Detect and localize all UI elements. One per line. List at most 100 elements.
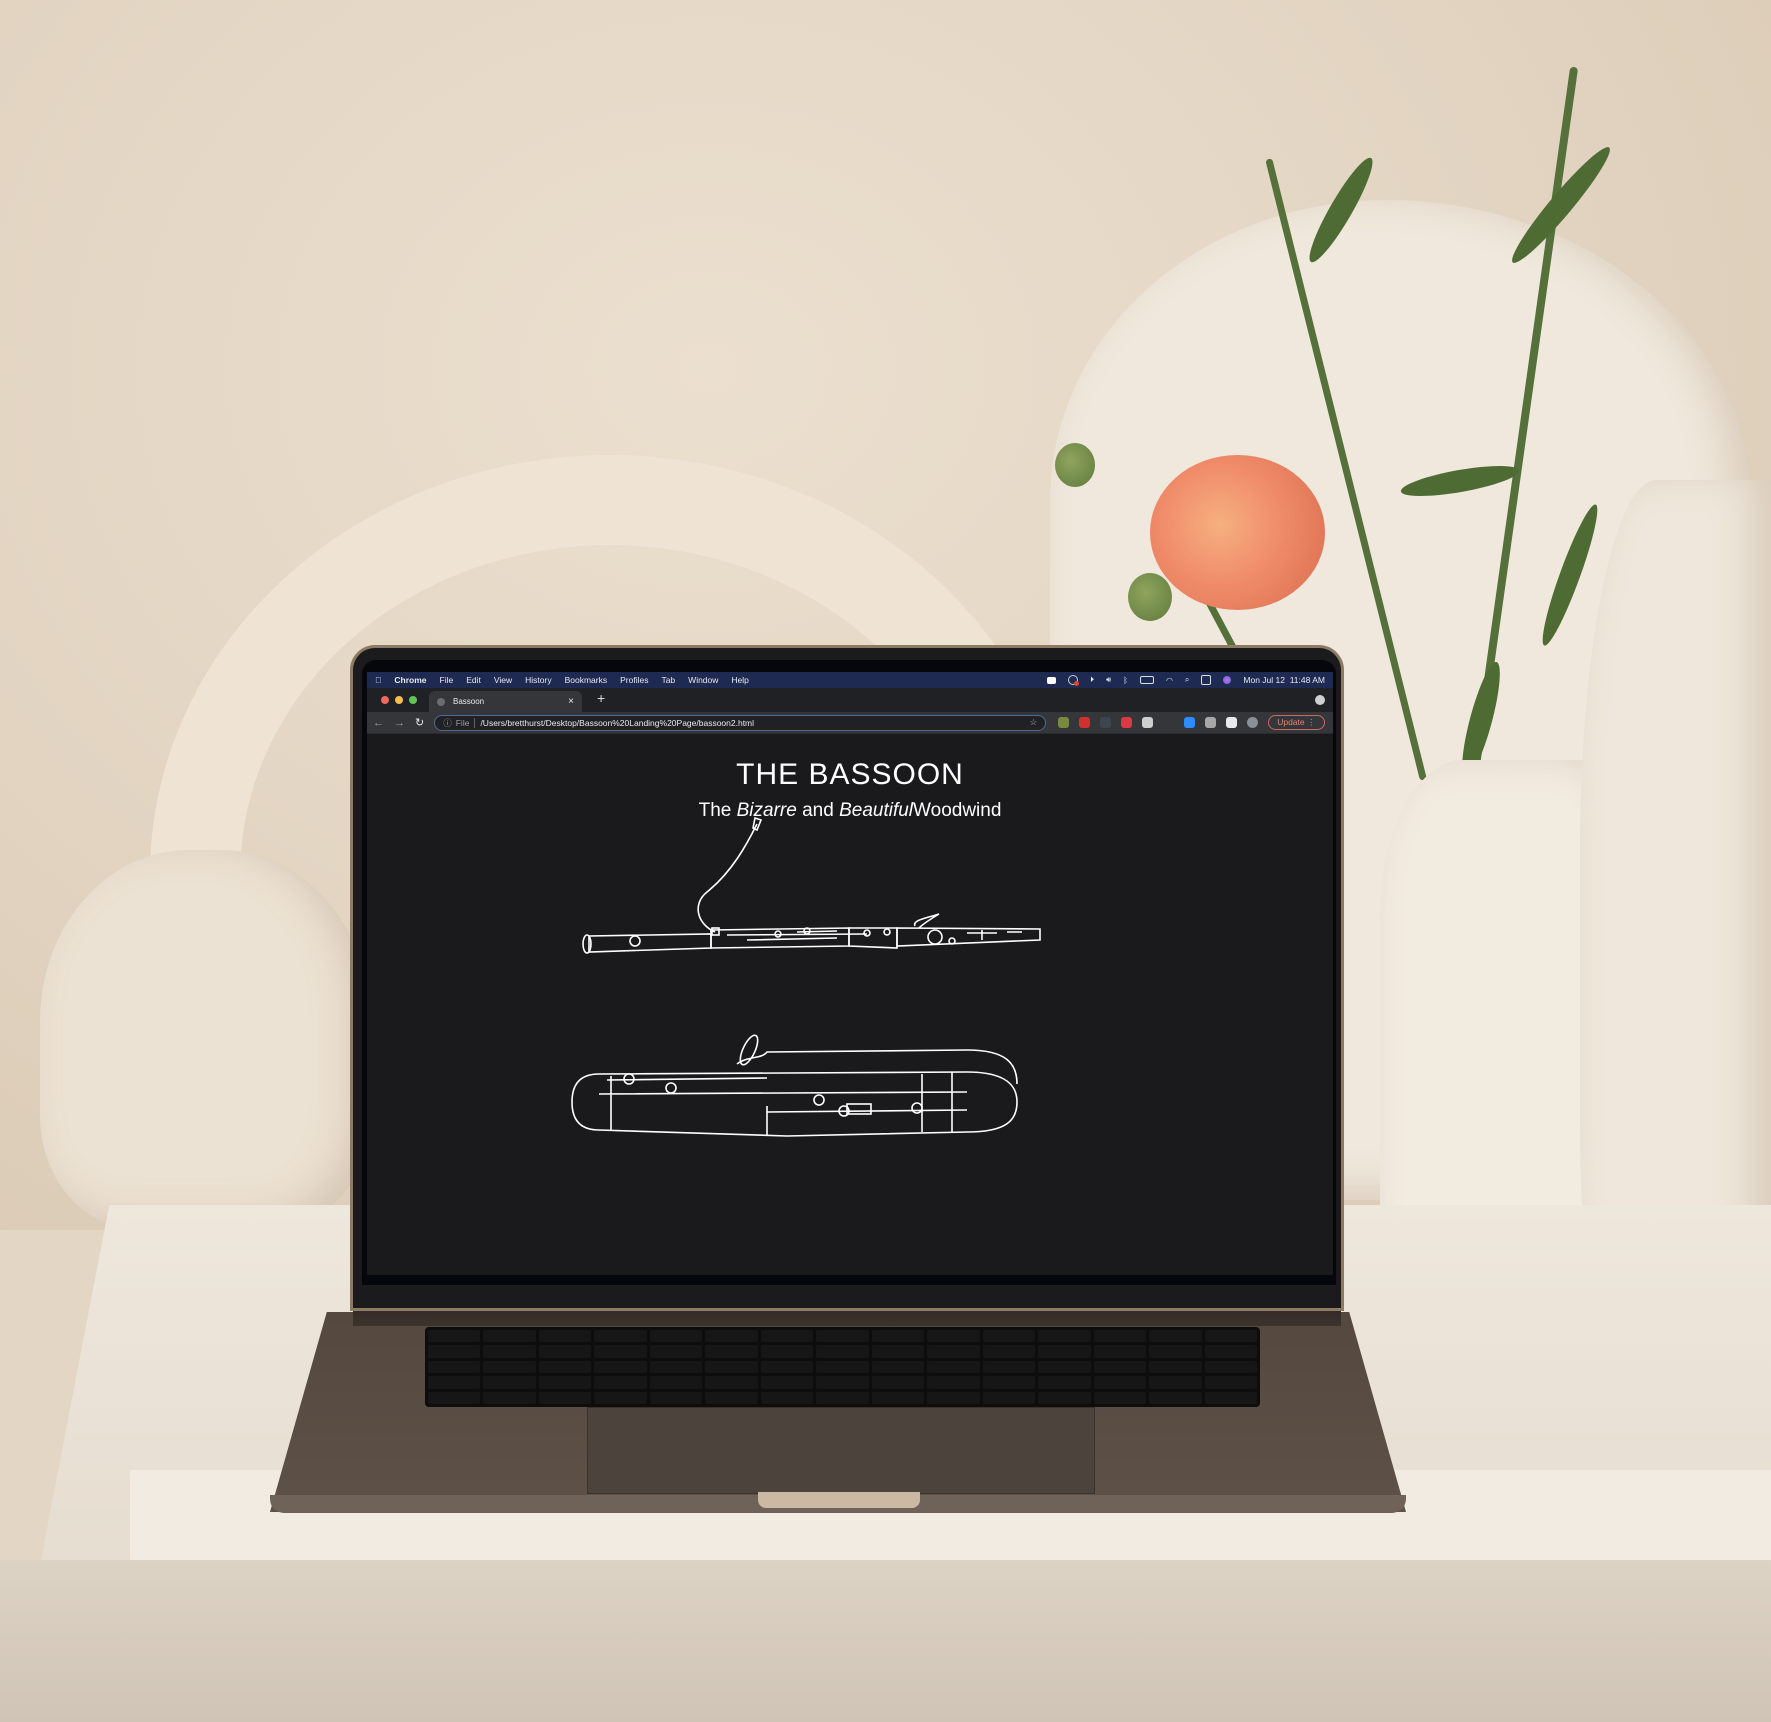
contrabassoon-side-view: [571, 1034, 1018, 1137]
keyboard-key: [1204, 1360, 1257, 1374]
tab-strip: Bassoon × +: [367, 688, 1333, 712]
site-info-icon[interactable]: ⓘ: [443, 717, 452, 729]
zoom-extension-icon[interactable]: [1184, 717, 1196, 728]
keyboard-key: [871, 1376, 925, 1389]
search-icon[interactable]: ⌕: [1185, 675, 1189, 685]
bluetooth-icon[interactable]: ᛒ: [1123, 676, 1128, 685]
tab-bassoon[interactable]: Bassoon ×: [429, 691, 582, 712]
back-button[interactable]: ←: [373, 717, 384, 729]
close-window-button[interactable]: [381, 696, 389, 704]
menu-edit[interactable]: Edit: [466, 675, 481, 685]
menu-tab[interactable]: Tab: [661, 675, 675, 685]
contrabassoon-key: [813, 1094, 825, 1106]
minimize-window-button[interactable]: [395, 696, 403, 704]
address-bar[interactable]: ⓘ File /Users/bretthurst/Desktop/Bassoon…: [434, 714, 1047, 731]
menu-profiles[interactable]: Profiles: [620, 675, 648, 685]
keyboard-key: [428, 1391, 481, 1404]
keyboard-key: [649, 1345, 703, 1358]
keyboard-key: [428, 1360, 481, 1374]
screen-record-icon[interactable]: [1068, 675, 1080, 686]
zoom-window-button[interactable]: [409, 696, 417, 704]
dots-extension-icon[interactable]: [1100, 717, 1112, 728]
close-tab-icon[interactable]: ×: [568, 696, 574, 707]
grey-extension-icon[interactable]: [1205, 717, 1217, 728]
keyboard-key: [705, 1345, 758, 1358]
screen:  Chrome File Edit View History Bookmark…: [367, 672, 1333, 1275]
bookmark-star-icon[interactable]: ☆: [1030, 717, 1038, 728]
puzzle-extensions-icon[interactable]: [1226, 717, 1238, 728]
bassoon-illustrations: [571, 816, 1041, 1137]
contrabassoon-upper-tube: [736, 1049, 1018, 1085]
profile-avatar-icon[interactable]: [1247, 717, 1259, 728]
extensions-area: [1058, 717, 1259, 728]
bassoon-bell-joint: [588, 933, 712, 953]
battery-icon[interactable]: [1139, 676, 1154, 684]
apple-menu-icon[interactable]: : [375, 675, 381, 685]
menu-help[interactable]: Help: [731, 675, 748, 685]
keyboard-key: [594, 1345, 647, 1358]
keyboard-key: [1038, 1391, 1091, 1404]
bassoon-key: [927, 929, 943, 945]
keyboard-key: [816, 1376, 869, 1389]
keyboard-key: [705, 1376, 758, 1389]
control-center-icon[interactable]: [1201, 675, 1212, 685]
keyboard-key: [760, 1391, 814, 1404]
bassoon-long-joint-end: [896, 927, 1041, 947]
contrabassoon-key-guard: [846, 1103, 872, 1115]
menu-view[interactable]: View: [494, 675, 512, 685]
menu-file[interactable]: File: [440, 675, 454, 685]
keyboard-key: [483, 1330, 536, 1343]
siri-icon[interactable]: [1223, 676, 1232, 684]
tab-search-icon[interactable]: [1315, 695, 1325, 705]
menu-history[interactable]: History: [525, 675, 551, 685]
keyboard: [425, 1327, 1260, 1407]
keyboard-key: [483, 1376, 536, 1389]
url-text[interactable]: /Users/bretthurst/Desktop/Bassoon%20Land…: [480, 718, 754, 728]
update-button[interactable]: Update ⋮: [1268, 715, 1325, 730]
eyedropper-extension-icon[interactable]: [1058, 717, 1070, 728]
keyboard-key: [871, 1345, 925, 1358]
keyboard-key: [760, 1360, 814, 1374]
keyboard-key: [1149, 1376, 1202, 1389]
keyboard-key: [1149, 1330, 1202, 1343]
play-icon[interactable]: ⏵: [1090, 675, 1094, 685]
document-extension-icon[interactable]: [1142, 717, 1154, 728]
keyboard-key: [1204, 1330, 1257, 1343]
keyboard-key: [816, 1391, 869, 1404]
keyboard-key: [816, 1360, 869, 1374]
keyboard-key: [1093, 1376, 1147, 1389]
blank-extension-icon[interactable]: [1163, 717, 1175, 728]
keyboard-key: [649, 1376, 703, 1389]
keyboard-key: [871, 1391, 925, 1404]
keyboard-key: [871, 1360, 925, 1374]
keyboard-key: [1204, 1376, 1257, 1389]
menu-window[interactable]: Window: [688, 675, 718, 685]
menu-app-chrome[interactable]: Chrome: [394, 675, 426, 685]
keyboard-key: [538, 1330, 592, 1343]
menu-dots-icon[interactable]: ⋮: [1307, 717, 1316, 727]
bassoon-tone-hole: [629, 935, 641, 947]
keyboard-key: [594, 1330, 647, 1343]
scheme-label: File: [456, 717, 476, 728]
bassoon-bocal: [697, 823, 758, 933]
forward-button[interactable]: →: [394, 717, 405, 729]
bassoon-key: [863, 929, 871, 937]
globe-icon: [437, 697, 445, 706]
volume-icon[interactable]: 🔊︎: [1106, 675, 1111, 685]
contrabassoon-bell: [739, 1034, 759, 1066]
reload-button[interactable]: ↻: [415, 716, 424, 729]
ranunculus-flower: [1150, 455, 1325, 610]
flower-bud: [1128, 573, 1172, 621]
clock[interactable]: Mon Jul 12 11:48 AM: [1243, 675, 1325, 685]
contrabassoon-body: [571, 1071, 1018, 1137]
keyboard-key: [1038, 1376, 1091, 1389]
wifi-icon[interactable]: ◠: [1166, 676, 1173, 685]
red-extension-icon[interactable]: [1079, 717, 1091, 728]
macos-menubar:  Chrome File Edit View History Bookmark…: [367, 672, 1333, 688]
keyboard-key: [1038, 1360, 1091, 1374]
adblock-extension-icon[interactable]: [1121, 717, 1133, 728]
new-tab-button[interactable]: +: [597, 690, 605, 706]
menu-bookmarks[interactable]: Bookmarks: [565, 675, 608, 685]
bassoon-key: [883, 928, 891, 936]
zoom-icon[interactable]: [1047, 676, 1057, 684]
